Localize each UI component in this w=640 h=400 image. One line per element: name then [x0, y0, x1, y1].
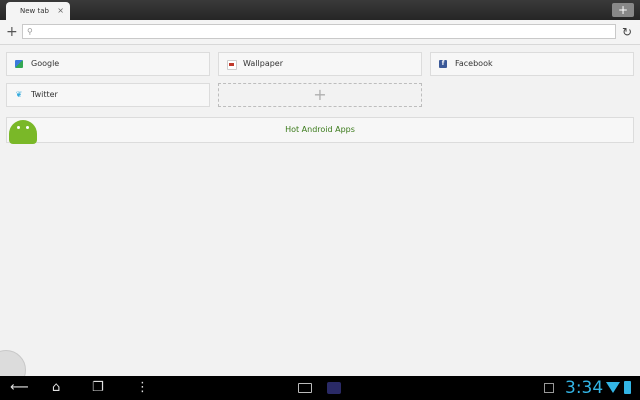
wallpaper-icon [227, 60, 237, 70]
tab-new-tab[interactable]: New tab × [6, 2, 70, 20]
menu-icon[interactable]: ⋮ [136, 378, 149, 398]
android-icon [9, 120, 37, 144]
speed-dial-label: Google [31, 59, 60, 68]
app-notification-icon[interactable] [327, 382, 341, 394]
plus-icon: + [313, 85, 327, 104]
url-input[interactable]: ⚲ [22, 24, 616, 39]
wifi-icon [606, 382, 620, 393]
back-icon[interactable]: ⟵ [10, 378, 29, 398]
recent-apps-icon[interactable]: ❐ [92, 378, 104, 398]
search-icon: ⚲ [27, 27, 33, 36]
speed-dial-facebook[interactable]: f Facebook [430, 52, 634, 76]
screenshot-notification-icon[interactable] [298, 383, 312, 393]
tab-strip: New tab × + [0, 0, 640, 20]
home-icon[interactable]: ⌂ [52, 378, 60, 398]
speed-dial-label: Twitter [31, 90, 58, 99]
address-bar: + ⚲ ↻ [0, 20, 640, 45]
gallery-notification-icon[interactable] [544, 383, 554, 393]
add-bookmark-icon[interactable]: + [6, 24, 18, 40]
speed-dial-label: Wallpaper [243, 59, 284, 68]
reload-icon[interactable]: ↻ [622, 24, 632, 40]
hot-android-apps-banner[interactable]: Hot Android Apps [6, 117, 634, 144]
facebook-icon: f [439, 60, 447, 68]
speed-dial-twitter[interactable]: ❦ Twitter [6, 83, 210, 107]
add-speed-dial-button[interactable]: + [218, 83, 422, 107]
twitter-icon: ❦ [15, 90, 23, 99]
speed-dial-wallpaper[interactable]: Wallpaper [218, 52, 422, 76]
close-tab-icon[interactable]: × [57, 2, 64, 20]
speed-dial-google[interactable]: Google [6, 52, 210, 76]
battery-icon [624, 381, 631, 394]
system-navigation-bar: ⟵ ⌂ ❐ ⋮ 3:34 [0, 376, 640, 400]
banner-label: Hot Android Apps [285, 125, 355, 134]
speed-dial-label: Facebook [455, 59, 493, 68]
clock[interactable]: 3:34 [565, 376, 603, 400]
tab-label: New tab [20, 7, 49, 15]
google-icon [15, 60, 23, 68]
new-tab-button[interactable]: + [612, 3, 634, 17]
browser-screen: New tab × + + ⚲ ↻ Google Wallpaper f Fac… [0, 0, 640, 400]
